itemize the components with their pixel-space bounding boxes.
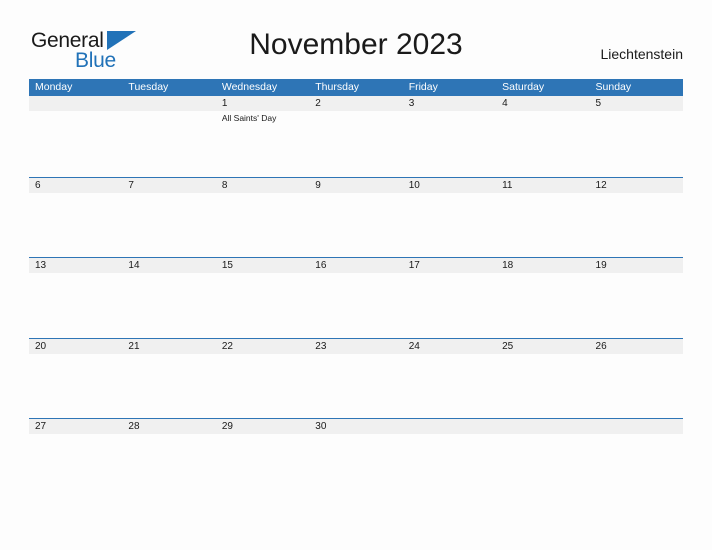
day-cell[interactable]: 14 (122, 258, 215, 338)
day-cell[interactable]: 9 (309, 178, 402, 258)
weekday-header-monday: Monday (35, 81, 73, 93)
day-cell[interactable]: 8 (216, 178, 309, 258)
calendar-week-row: 13 14 15 16 17 18 19 (29, 257, 683, 338)
day-cell[interactable]: 24 (403, 339, 496, 419)
day-number: 8 (221, 179, 228, 191)
day-cell[interactable]: 25 (496, 339, 589, 419)
day-cell[interactable]: 4 (496, 96, 589, 177)
week-day-cells: 20 21 22 23 24 25 26 (29, 339, 683, 419)
day-number: 3 (408, 98, 415, 109)
day-number (502, 419, 589, 434)
day-number: 11 (502, 179, 513, 191)
day-number: 15 (221, 260, 233, 271)
day-cell-empty (29, 96, 122, 177)
day-cell[interactable]: 27 (29, 419, 122, 499)
day-cell[interactable]: 21 (122, 339, 215, 419)
week-day-cells: 27 28 29 30 (29, 419, 683, 499)
day-number: 9 (315, 179, 321, 191)
day-cell[interactable]: 15 (216, 258, 309, 338)
day-number: 19 (595, 260, 607, 271)
week-day-cells: 13 14 15 16 17 18 19 (29, 258, 683, 338)
day-cell[interactable]: 12 (590, 178, 683, 258)
day-number: 26 (595, 340, 607, 352)
day-cell-empty (403, 419, 496, 499)
week-day-cells: 1 All Saints' Day 2 3 4 5 (29, 96, 683, 177)
day-cell[interactable]: 16 (309, 258, 402, 338)
day-number: 17 (408, 260, 420, 271)
calendar-grid: Monday Tuesday Wednesday Thursday Friday Satu… (29, 79, 683, 499)
day-number: 27 (35, 421, 47, 432)
day-cell[interactable]: 6 (29, 178, 122, 258)
day-number (128, 96, 215, 111)
day-cell[interactable]: 1 All Saints' Day (216, 96, 309, 177)
day-cell[interactable]: 19 (590, 258, 683, 338)
weekday-header-sunday: Sunday (595, 81, 632, 93)
day-events: All Saints' Day (222, 113, 309, 124)
day-number: 14 (128, 260, 140, 271)
day-number: 25 (502, 340, 514, 352)
day-number: 4 (502, 98, 508, 109)
day-number: 23 (315, 340, 327, 352)
day-cell[interactable]: 5 (590, 96, 683, 177)
day-cell[interactable]: 18 (496, 258, 589, 338)
day-cell[interactable]: 7 (122, 178, 215, 258)
calendar-week-rows: 1 All Saints' Day 2 3 4 5 6 7 8 9 10 11 12 13 14 15 16 17… (29, 96, 683, 499)
day-number (596, 419, 683, 434)
day-number: 10 (408, 179, 420, 191)
day-number: 22 (221, 340, 233, 352)
region-label: Liechtenstein (600, 46, 683, 62)
calendar-week-row: 27 28 29 30 (29, 418, 683, 499)
day-cell[interactable]: 22 (216, 339, 309, 419)
day-number: 21 (128, 340, 140, 352)
calendar-week-row: 6 7 8 9 10 11 12 (29, 176, 683, 258)
day-number: 13 (35, 260, 47, 271)
day-cell-empty (122, 96, 215, 177)
day-number (35, 96, 122, 111)
calendar-week-row: 20 21 22 23 24 25 26 (29, 337, 683, 419)
day-cell[interactable]: 3 (403, 96, 496, 177)
day-number: 29 (221, 421, 233, 432)
day-cell[interactable]: 26 (590, 339, 683, 419)
day-number: 18 (502, 260, 514, 271)
day-number: 2 (315, 98, 321, 109)
weekday-header-tuesday: Tuesday (128, 81, 169, 93)
day-number: 30 (315, 421, 327, 432)
weekday-header-saturday: Saturday (502, 81, 545, 93)
day-number: 12 (595, 179, 607, 191)
day-number: 24 (408, 340, 420, 352)
holiday-label: All Saints' Day (221, 113, 277, 123)
week-day-cells: 6 7 8 9 10 11 12 (29, 178, 683, 258)
weekday-header-wednesday: Wednesday (221, 81, 278, 93)
day-number: 7 (128, 179, 134, 191)
day-number: 6 (35, 179, 41, 191)
day-cell[interactable]: 20 (29, 339, 122, 419)
day-cell[interactable]: 13 (29, 258, 122, 338)
day-cell[interactable]: 29 (216, 419, 309, 499)
day-cell[interactable]: 11 (496, 178, 589, 258)
day-cell-empty (590, 419, 683, 499)
weekday-header-row: Monday Tuesday Wednesday Thursday Friday Satu… (29, 79, 683, 96)
day-number: 16 (315, 260, 327, 271)
day-number: 20 (35, 340, 47, 352)
day-number: 28 (128, 421, 140, 432)
weekday-header-thursday: Thursday (315, 81, 360, 93)
day-cell[interactable]: 17 (403, 258, 496, 338)
day-cell[interactable]: 10 (403, 178, 496, 258)
day-number: 1 (221, 98, 228, 109)
day-cell[interactable]: 30 (309, 419, 402, 499)
day-cell[interactable]: 23 (309, 339, 402, 419)
day-cell[interactable]: 28 (122, 419, 215, 499)
day-cell-empty (496, 419, 589, 499)
day-number: 5 (595, 98, 602, 109)
page-header: General Blue November 2023 Liechtenstein (0, 0, 712, 75)
day-cell[interactable]: 2 (309, 96, 402, 177)
calendar-week-row: 1 All Saints' Day 2 3 4 5 (29, 96, 683, 177)
day-number (409, 419, 496, 434)
weekday-header-friday: Friday (408, 81, 438, 93)
